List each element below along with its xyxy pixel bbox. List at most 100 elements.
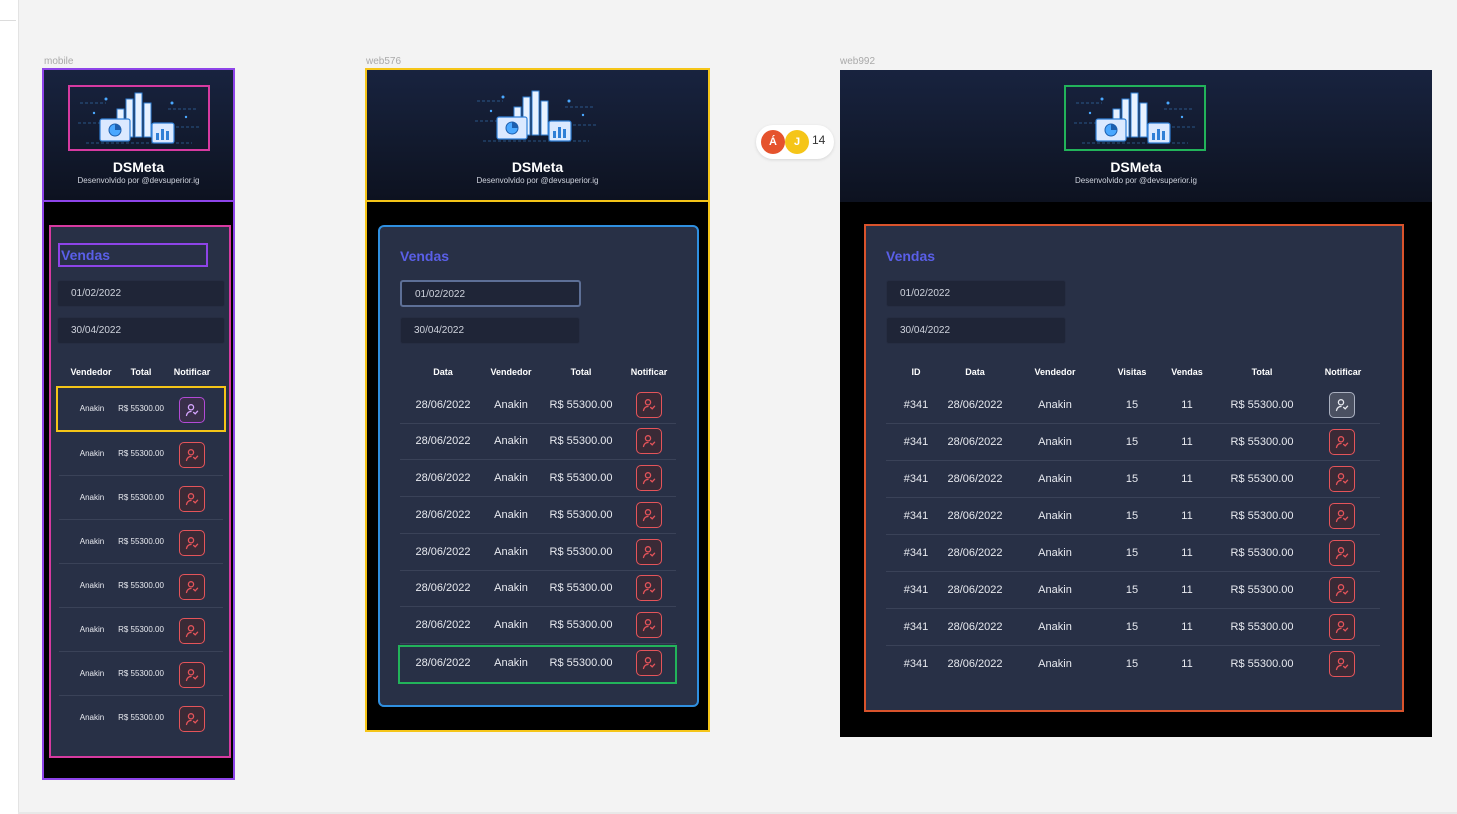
deals-cell: 11 xyxy=(1181,584,1193,596)
id-cell: #341 xyxy=(903,436,929,448)
notify-button[interactable] xyxy=(1329,614,1355,640)
collaborators-avatars[interactable]: Á J 14 xyxy=(756,125,834,159)
total-cell: R$ 55300.00 xyxy=(1230,584,1294,596)
seller-cell: Anakin xyxy=(494,619,528,631)
date-cell: 28/06/2022 xyxy=(947,399,1003,411)
notify-button[interactable] xyxy=(1329,466,1355,492)
date-cell: 28/06/2022 xyxy=(947,473,1003,485)
notify-button[interactable] xyxy=(636,612,662,638)
sales-card: Vendas 01/02/2022 30/04/2022 Vendedor To… xyxy=(49,225,231,758)
notify-button[interactable] xyxy=(179,618,205,644)
brand-subtitle: Desenvolvido por @devsuperior.ig xyxy=(1075,176,1197,185)
total-cell: R$ 55300.00 xyxy=(549,435,613,447)
total-cell: R$ 55300.00 xyxy=(118,404,164,413)
notify-button[interactable] xyxy=(1329,392,1355,418)
notify-button[interactable] xyxy=(179,706,205,732)
deals-cell: 11 xyxy=(1181,547,1193,559)
col-visits: Visitas xyxy=(1117,367,1147,377)
table-row: 28/06/2022 Anakin R$ 55300.00 xyxy=(400,387,676,424)
brand-subtitle: Desenvolvido por @devsuperior.ig xyxy=(77,176,200,185)
dashboard-illustration-icon xyxy=(1074,92,1196,144)
total-cell: R$ 55300.00 xyxy=(1230,621,1294,633)
notify-button[interactable] xyxy=(1329,503,1355,529)
visits-cell: 15 xyxy=(1125,399,1139,411)
total-cell: R$ 55300.00 xyxy=(1230,399,1294,411)
table-row: 28/06/2022 Anakin R$ 55300.00 xyxy=(400,570,676,607)
notify-button[interactable] xyxy=(636,502,662,528)
deals-cell: 11 xyxy=(1181,436,1193,448)
notify-button[interactable] xyxy=(636,650,662,676)
seller-cell: Anakin xyxy=(1038,510,1072,522)
id-cell: #341 xyxy=(903,399,929,411)
date-cell: 28/06/2022 xyxy=(415,657,471,669)
notify-button[interactable] xyxy=(1329,429,1355,455)
total-cell: R$ 55300.00 xyxy=(118,625,164,634)
frame-web992[interactable]: DSMeta Desenvolvido por @devsuperior.ig … xyxy=(840,70,1432,737)
table-row: 28/06/2022 Anakin R$ 55300.00 xyxy=(400,460,676,497)
notify-button[interactable] xyxy=(179,397,205,423)
notify-button[interactable] xyxy=(179,530,205,556)
notify-button[interactable] xyxy=(179,662,205,688)
canvas-left-ruler xyxy=(0,0,19,814)
brand-title: DSMeta xyxy=(1110,159,1162,175)
brand-subtitle: Desenvolvido por @devsuperior.ig xyxy=(476,176,599,185)
notify-button[interactable] xyxy=(636,539,662,565)
notify-button[interactable] xyxy=(1329,540,1355,566)
table-row: Anakin R$ 55300.00 xyxy=(59,432,223,476)
table-row: 28/06/2022 Anakin R$ 55300.00 xyxy=(400,497,676,534)
seller-cell: Anakin xyxy=(79,625,105,634)
total-cell: R$ 55300.00 xyxy=(549,619,613,631)
total-cell: R$ 55300.00 xyxy=(1230,473,1294,485)
date-max-input[interactable]: 30/04/2022 xyxy=(57,317,225,344)
seller-cell: Anakin xyxy=(1038,399,1072,411)
table-row: Anakin R$ 55300.00 xyxy=(59,564,223,608)
sales-title: Vendas xyxy=(886,248,936,264)
date-max-input[interactable]: 30/04/2022 xyxy=(886,317,1066,344)
visits-cell: 15 xyxy=(1125,584,1139,596)
table-row: #341 28/06/2022 Anakin 15 11 R$ 55300.00 xyxy=(886,535,1380,572)
col-id: ID xyxy=(911,367,921,377)
table-row: Anakin R$ 55300.00 xyxy=(59,520,223,564)
frame-label-web576[interactable]: web576 xyxy=(366,56,401,67)
id-cell: #341 xyxy=(903,473,929,485)
header: DSMeta Desenvolvido por @devsuperior.ig xyxy=(367,70,708,202)
seller-cell: Anakin xyxy=(79,581,105,590)
frame-mobile[interactable]: DSMeta Desenvolvido por @devsuperior.ig … xyxy=(42,68,235,780)
header: DSMeta Desenvolvido por @devsuperior.ig xyxy=(840,70,1432,202)
table-row: Anakin R$ 55300.00 xyxy=(59,652,223,696)
frame-web576[interactable]: DSMeta Desenvolvido por @devsuperior.ig … xyxy=(365,68,710,732)
seller-cell: Anakin xyxy=(79,493,105,502)
notify-button[interactable] xyxy=(1329,577,1355,603)
frame-label-mobile[interactable]: mobile xyxy=(44,56,73,67)
avatar[interactable]: J xyxy=(785,130,809,154)
id-cell: #341 xyxy=(903,510,929,522)
date-min-input[interactable]: 01/02/2022 xyxy=(57,280,225,307)
table-row: Anakin R$ 55300.00 xyxy=(59,696,223,740)
notify-button[interactable] xyxy=(636,392,662,418)
date-cell: 28/06/2022 xyxy=(415,509,471,521)
sales-title: Vendas xyxy=(400,248,450,264)
notify-button[interactable] xyxy=(179,574,205,600)
notify-button[interactable] xyxy=(179,442,205,468)
sales-title[interactable]: Vendas xyxy=(58,243,208,267)
frame-label-web992[interactable]: web992 xyxy=(840,56,875,67)
logo-frame[interactable] xyxy=(467,85,609,151)
notify-button[interactable] xyxy=(636,465,662,491)
date-min-input[interactable]: 01/02/2022 xyxy=(886,280,1066,307)
date-max-input[interactable]: 30/04/2022 xyxy=(400,317,580,344)
logo-frame[interactable] xyxy=(68,85,210,151)
avatar[interactable]: Á xyxy=(761,130,785,154)
notify-button[interactable] xyxy=(636,575,662,601)
collaborator-count[interactable]: 14 xyxy=(812,133,825,147)
visits-cell: 15 xyxy=(1125,473,1139,485)
seller-cell: Anakin xyxy=(494,509,528,521)
visits-cell: 15 xyxy=(1125,621,1139,633)
logo-frame[interactable] xyxy=(1064,85,1206,151)
notify-button[interactable] xyxy=(179,486,205,512)
notify-button[interactable] xyxy=(1329,651,1355,677)
notify-button[interactable] xyxy=(636,428,662,454)
table-row: Anakin R$ 55300.00 xyxy=(59,476,223,520)
date-min-input[interactable]: 01/02/2022 xyxy=(400,280,581,307)
seller-cell: Anakin xyxy=(1038,584,1072,596)
table-row: #341 28/06/2022 Anakin 15 11 R$ 55300.00 xyxy=(886,498,1380,535)
